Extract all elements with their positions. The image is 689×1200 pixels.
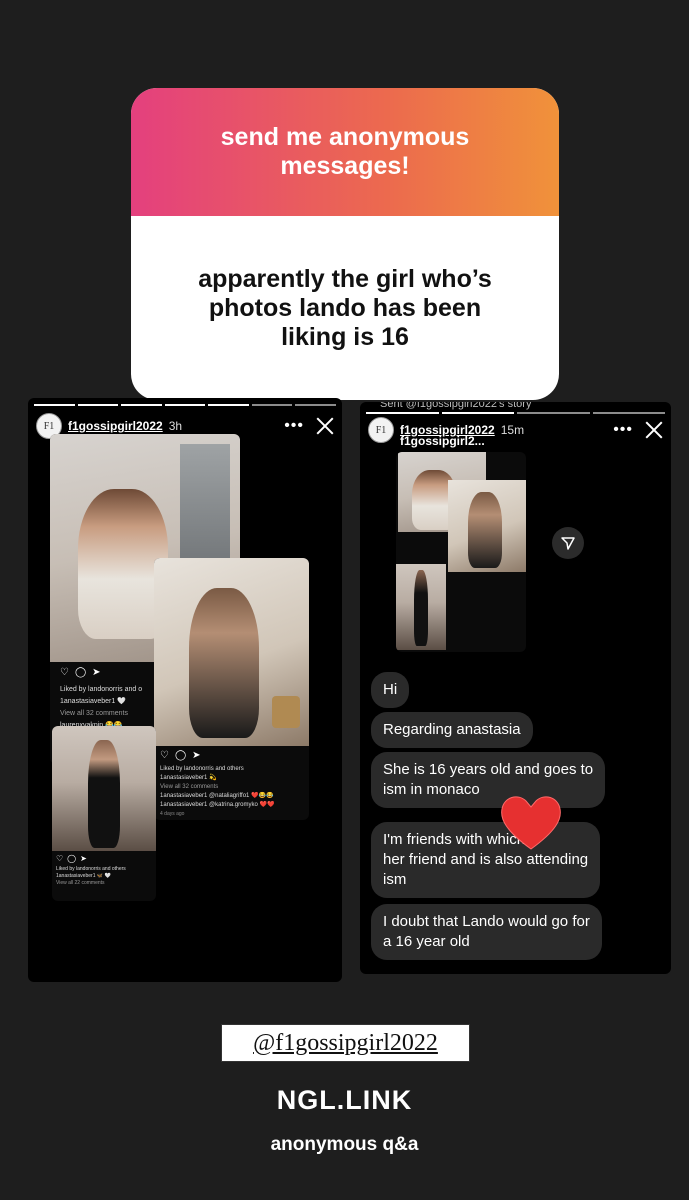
right-story-screenshot: Sent @f1gossipgirl2022's story F1 f1goss… xyxy=(360,402,671,974)
mention-sticker[interactable]: @f1gossipgirl2022 xyxy=(221,1024,470,1062)
instagram-post-3: ♡ ◯ ➤ Liked by landonorris and others 1a… xyxy=(52,726,156,901)
message-bubble: I doubt that Lando would go for a 16 yea… xyxy=(371,904,602,960)
post-liked-by: Liked by landonorris and o xyxy=(60,686,143,693)
ngl-question-card: send me anonymous messages! apparently t… xyxy=(131,88,559,400)
close-icon[interactable] xyxy=(645,421,663,439)
post-photo xyxy=(396,564,446,650)
send-icon[interactable] xyxy=(552,527,584,559)
ngl-prompt-header: send me anonymous messages! xyxy=(131,88,559,216)
sent-story-label: Sent @f1gossipgirl2022's story xyxy=(380,402,532,410)
message-bubble: Hi xyxy=(371,672,410,708)
post-caption: 1anastasiaveber1 🦋 🤍 xyxy=(56,873,111,879)
more-dots-icon[interactable]: ••• xyxy=(613,421,633,439)
post-photo xyxy=(52,726,156,851)
heart-sticker xyxy=(501,796,561,850)
heart-icon[interactable]: ♡ xyxy=(56,854,63,863)
send-icon[interactable]: ➤ xyxy=(192,750,200,761)
post-caption: 1anastasiaveber1 🤍 xyxy=(60,698,126,705)
ngl-answer-body: apparently the girl who’s photos lando h… xyxy=(131,216,559,400)
post-actions: ♡ ◯ ➤ xyxy=(160,750,201,761)
message-bubble: Regarding anastasia xyxy=(371,712,533,748)
tagline-text: anonymous q&a xyxy=(270,1134,419,1155)
ngl-link-text[interactable]: NGL.LINK xyxy=(0,1085,689,1116)
post-actions: ♡ ◯ ➤ xyxy=(60,667,101,678)
heart-icon[interactable]: ♡ xyxy=(160,750,169,761)
ngl-prompt-text: send me anonymous messages! xyxy=(220,123,470,180)
post-time: 4 days ago xyxy=(160,811,185,817)
post-view-comments[interactable]: View all 22 comments xyxy=(56,880,105,887)
comment-icon[interactable]: ◯ xyxy=(175,750,186,761)
send-icon[interactable]: ➤ xyxy=(92,667,100,678)
story-age: 15m xyxy=(500,423,525,437)
more-dots-icon[interactable]: ••• xyxy=(284,417,304,435)
comment-icon[interactable]: ◯ xyxy=(75,667,86,678)
story-username[interactable]: f1gossipgirl2022 xyxy=(68,419,163,433)
left-story-screenshot: F1 f1gossipgirl2022 3h ••• ♡ ◯ ➤ Liked b… xyxy=(28,398,342,982)
mention-handle: @f1gossipgirl2022 xyxy=(253,1029,438,1056)
story-progress-bars xyxy=(34,404,337,406)
send-icon[interactable]: ➤ xyxy=(80,854,87,863)
post-actions: ♡ ◯ ➤ xyxy=(56,854,87,863)
comment-icon[interactable]: ◯ xyxy=(67,854,76,863)
preview-username: f1gossipgirl2... xyxy=(400,434,485,448)
post-photo xyxy=(448,480,526,572)
shared-story-preview[interactable] xyxy=(396,452,526,652)
avatar[interactable]: F1 xyxy=(368,417,394,443)
close-icon[interactable] xyxy=(316,417,334,435)
post-liked-by: Liked by landonorris and others xyxy=(56,866,126,872)
instagram-post-2: ♡ ◯ ➤ Liked by landonorris and others 1a… xyxy=(154,558,309,820)
post-view-comments[interactable]: View all 32 comments xyxy=(60,709,128,719)
story-age: 3h xyxy=(168,419,183,433)
post-photo xyxy=(154,558,309,746)
ngl-answer-text: apparently the girl who’s photos lando h… xyxy=(198,264,492,351)
message-bubble: She is 16 years old and goes to ism in m… xyxy=(371,752,606,808)
story-progress-bars xyxy=(366,412,665,414)
heart-icon[interactable]: ♡ xyxy=(60,667,69,678)
